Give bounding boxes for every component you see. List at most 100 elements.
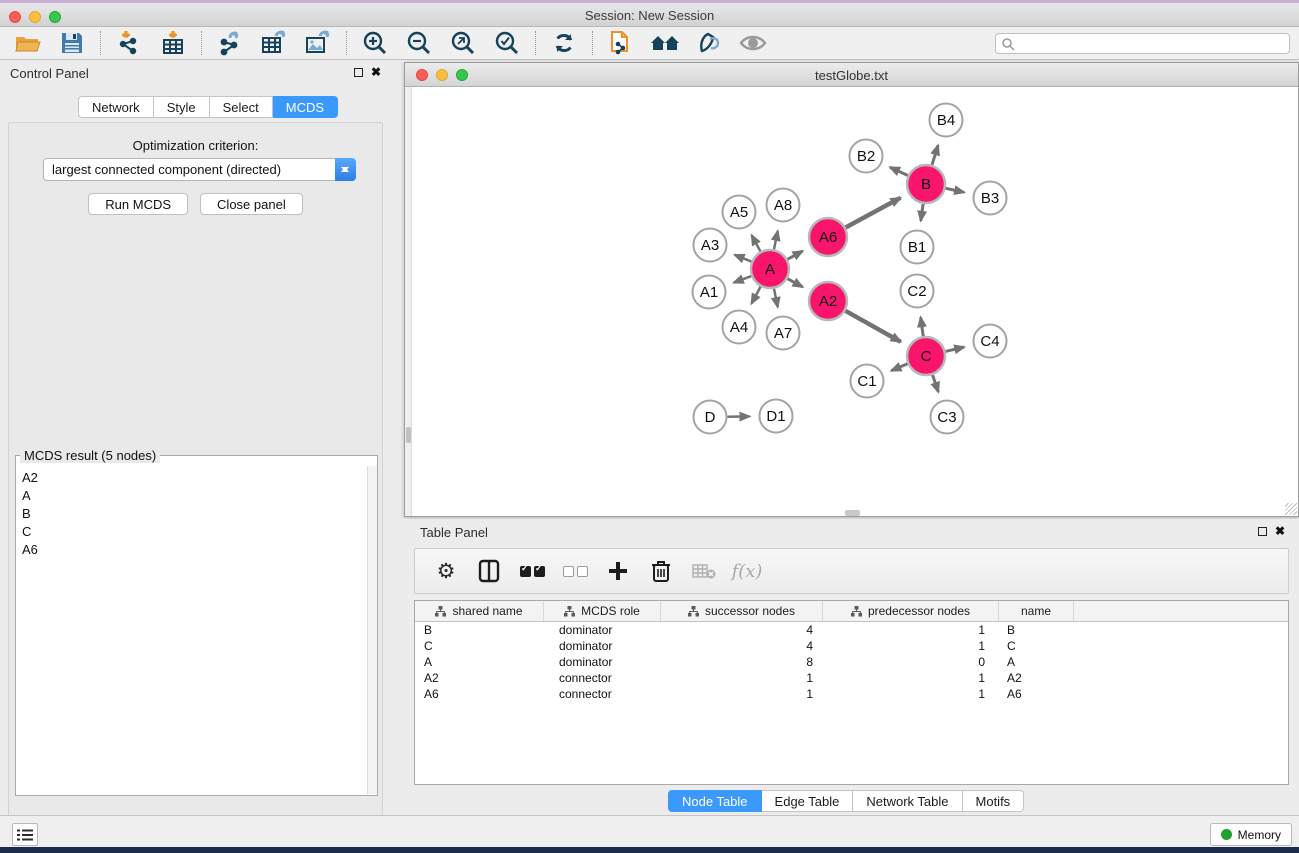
node-A7[interactable]: A7 bbox=[767, 317, 800, 350]
export-network-icon[interactable] bbox=[212, 29, 248, 57]
table-row[interactable]: Bdominator41B bbox=[415, 622, 1288, 638]
zoom-fit-icon[interactable] bbox=[445, 29, 481, 57]
zoom-in-icon[interactable] bbox=[357, 29, 393, 57]
show-hide-icon[interactable] bbox=[735, 29, 771, 57]
node-A[interactable]: A bbox=[751, 250, 789, 288]
node-C[interactable]: C bbox=[907, 337, 945, 375]
home-icon[interactable] bbox=[647, 29, 683, 57]
node-A8[interactable]: A8 bbox=[767, 189, 800, 222]
tab-network[interactable]: Network bbox=[78, 96, 154, 118]
table-row[interactable]: Cdominator41C bbox=[415, 638, 1288, 654]
float-panel-icon[interactable] bbox=[354, 68, 363, 77]
deselect-all-icon[interactable] bbox=[562, 556, 588, 586]
criterion-dropdown[interactable]: largest connected component (directed) bbox=[43, 158, 356, 181]
node-A2[interactable]: A2 bbox=[809, 282, 847, 320]
search-field[interactable] bbox=[995, 33, 1290, 54]
edge-A-A7[interactable] bbox=[774, 289, 778, 307]
edge-B-B4[interactable] bbox=[932, 145, 938, 165]
tab-node-table[interactable]: Node Table bbox=[668, 790, 762, 812]
result-item[interactable]: A bbox=[16, 486, 367, 504]
edge-C-C3[interactable] bbox=[933, 375, 939, 392]
edge-A-A1[interactable] bbox=[734, 276, 751, 283]
node-B4[interactable]: B4 bbox=[930, 104, 963, 137]
columns-icon[interactable] bbox=[476, 556, 502, 586]
edge-A-A2[interactable] bbox=[788, 279, 803, 287]
add-column-icon[interactable] bbox=[605, 556, 631, 586]
float-table-panel-icon[interactable] bbox=[1258, 527, 1267, 536]
node-B1[interactable]: B1 bbox=[901, 231, 934, 264]
node-B[interactable]: B bbox=[907, 165, 945, 203]
result-item[interactable]: C bbox=[16, 522, 367, 540]
import-network-icon[interactable] bbox=[111, 29, 147, 57]
node-B2[interactable]: B2 bbox=[850, 140, 883, 173]
table-row[interactable]: Adominator80A bbox=[415, 654, 1288, 670]
network-canvas[interactable]: B4 B2 B B3 A8 A5 A6 A3 B1 A C2 A1 A2 A4 A7 C4 C C1 D D1 C3 bbox=[405, 87, 1298, 516]
style-brush-icon[interactable] bbox=[691, 29, 727, 57]
result-item[interactable]: A2 bbox=[16, 468, 367, 486]
open-session-icon[interactable] bbox=[10, 29, 46, 57]
canvas-horizontal-scrollbar[interactable] bbox=[845, 510, 860, 516]
select-all-icon[interactable] bbox=[519, 556, 545, 586]
result-item[interactable]: B bbox=[16, 504, 367, 522]
edge-C-C2[interactable] bbox=[921, 317, 924, 336]
clone-network-icon[interactable] bbox=[603, 29, 639, 57]
node-table[interactable]: shared nameMCDS rolesuccessor nodesprede… bbox=[414, 600, 1289, 785]
export-image-icon[interactable] bbox=[300, 29, 336, 57]
node-A1[interactable]: A1 bbox=[693, 276, 726, 309]
column-header-predecessor-nodes[interactable]: predecessor nodes bbox=[823, 601, 999, 621]
edge-A-A5[interactable] bbox=[752, 235, 761, 251]
close-panel-button[interactable]: Close panel bbox=[200, 193, 303, 215]
search-input[interactable] bbox=[1015, 37, 1275, 51]
node-C3[interactable]: C3 bbox=[931, 401, 964, 434]
zoom-selected-icon[interactable] bbox=[489, 29, 525, 57]
close-table-panel-icon[interactable]: ✖ bbox=[1275, 526, 1285, 536]
node-D[interactable]: D bbox=[694, 401, 727, 434]
task-history-button[interactable] bbox=[12, 823, 38, 846]
delete-column-icon[interactable] bbox=[648, 556, 674, 586]
import-table-icon[interactable] bbox=[155, 29, 191, 57]
close-panel-icon[interactable]: ✖ bbox=[371, 67, 381, 77]
delete-table-icon[interactable] bbox=[691, 556, 717, 586]
node-C4[interactable]: C4 bbox=[974, 325, 1007, 358]
network-graph[interactable]: B4 B2 B B3 A8 A5 A6 A3 B1 A C2 A1 A2 A4 A7 C4 C C1 D D1 C3 bbox=[405, 87, 1298, 516]
node-A6[interactable]: A6 bbox=[809, 218, 847, 256]
node-A3[interactable]: A3 bbox=[694, 229, 727, 262]
tab-motifs[interactable]: Motifs bbox=[963, 790, 1025, 812]
column-header-successor-nodes[interactable]: successor nodes bbox=[661, 601, 823, 621]
edge-A-A6[interactable] bbox=[788, 251, 803, 259]
window-resize-grip[interactable] bbox=[1285, 503, 1297, 515]
tab-mcds[interactable]: MCDS bbox=[273, 96, 338, 118]
node-D1[interactable]: D1 bbox=[760, 400, 793, 433]
edge-A-A3[interactable] bbox=[735, 255, 752, 262]
tab-style[interactable]: Style bbox=[154, 96, 210, 118]
node-A4[interactable]: A4 bbox=[723, 311, 756, 344]
edge-B-B2[interactable] bbox=[890, 167, 908, 175]
edge-A-A4[interactable] bbox=[751, 287, 760, 304]
refresh-icon[interactable] bbox=[546, 29, 582, 57]
result-scrollbar[interactable] bbox=[367, 466, 377, 794]
table-row[interactable]: A2connector11A2 bbox=[415, 670, 1288, 686]
edge-A6-B[interactable] bbox=[846, 198, 901, 228]
tab-edge-table[interactable]: Edge Table bbox=[762, 790, 854, 812]
gear-icon[interactable]: ⚙ bbox=[433, 556, 459, 586]
result-item[interactable]: A6 bbox=[16, 540, 367, 558]
node-C1[interactable]: C1 bbox=[851, 365, 884, 398]
memory-button[interactable]: Memory bbox=[1210, 823, 1292, 846]
node-C2[interactable]: C2 bbox=[901, 275, 934, 308]
node-B3[interactable]: B3 bbox=[974, 182, 1007, 215]
export-table-icon[interactable] bbox=[256, 29, 292, 57]
function-builder-icon[interactable]: f(x) bbox=[734, 556, 760, 586]
edge-A-A8[interactable] bbox=[774, 231, 778, 249]
table-row[interactable]: A6connector11A6 bbox=[415, 686, 1288, 702]
edge-C-C4[interactable] bbox=[945, 347, 964, 351]
column-header-name[interactable]: name bbox=[999, 601, 1074, 621]
edge-B-B1[interactable] bbox=[921, 204, 923, 221]
tab-select[interactable]: Select bbox=[210, 96, 273, 118]
save-session-icon[interactable] bbox=[54, 29, 90, 57]
run-mcds-button[interactable]: Run MCDS bbox=[88, 193, 188, 215]
edge-C-C1[interactable] bbox=[891, 364, 907, 371]
node-A5[interactable]: A5 bbox=[723, 196, 756, 229]
edge-A2-C[interactable] bbox=[845, 311, 900, 342]
tab-network-table[interactable]: Network Table bbox=[853, 790, 962, 812]
zoom-out-icon[interactable] bbox=[401, 29, 437, 57]
